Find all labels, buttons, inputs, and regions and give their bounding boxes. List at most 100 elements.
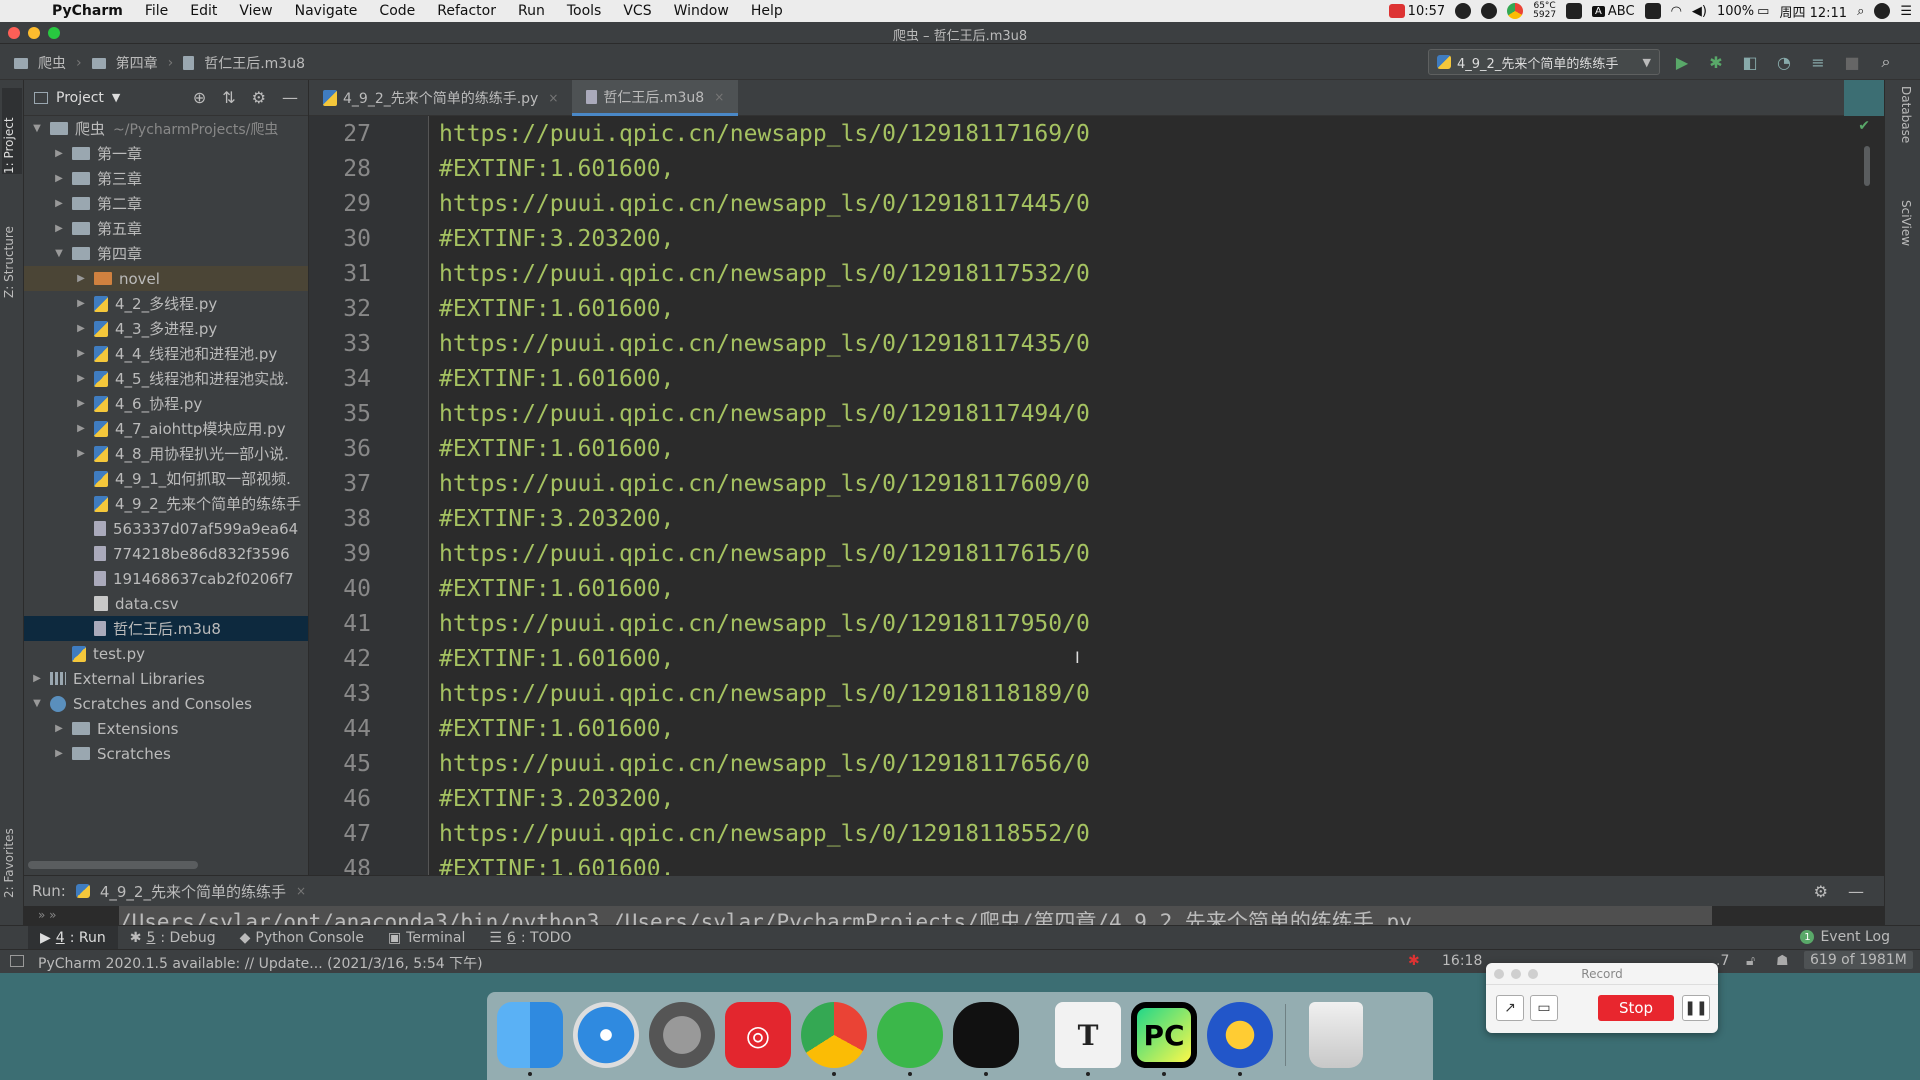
tree-item[interactable]: ▶ 4_8_用协程扒光一部小说. — [24, 441, 308, 466]
code-line[interactable]: 47 https://puui.qpic.cn/newsapp_ls/0/1291… — [309, 816, 1090, 851]
tree-item[interactable]: 774218be86d832f3596 — [24, 541, 308, 566]
menu-code[interactable]: Code — [368, 3, 426, 19]
tree-item[interactable]: ▶ 4_7_aiohttp模块应用.py — [24, 416, 308, 441]
code-line[interactable]: 33 https://puui.qpic.cn/newsapp_ls/0/1291… — [309, 326, 1090, 361]
search-icon[interactable]: ⌕ — [1876, 52, 1896, 72]
close-tab-icon[interactable]: × — [714, 90, 724, 104]
code-line[interactable]: 46 #EXTINF:3.203200, — [309, 781, 674, 816]
code-line[interactable]: 30 #EXTINF:3.203200, — [309, 221, 674, 256]
inspection-ok-icon[interactable]: ✔ — [1858, 118, 1870, 134]
menu-file[interactable]: File — [134, 3, 179, 19]
chevron-right-icon[interactable]: ▶ — [52, 148, 66, 159]
code-line[interactable]: 48 #EXTINF:1.601600, — [309, 851, 674, 876]
run-icon[interactable]: ▶ — [1672, 52, 1692, 72]
close-tab-icon[interactable]: × — [296, 884, 306, 898]
chevron-down-icon[interactable]: ▼ — [52, 248, 66, 259]
code-line[interactable]: 28 #EXTINF:1.601600, — [309, 151, 674, 186]
code-line[interactable]: 31 https://puui.qpic.cn/newsapp_ls/0/1291… — [309, 256, 1090, 291]
tree-item[interactable]: ▶ 第五章 — [24, 216, 308, 241]
tree-item[interactable]: test.py — [24, 641, 308, 666]
python-console-tool-button[interactable]: ◆ Python Console — [228, 926, 376, 950]
chevron-right-icon[interactable]: ▶ — [52, 198, 66, 209]
chevron-right-icon[interactable]: ▶ — [52, 723, 66, 734]
tree-item[interactable]: 4_9_1_如何抓取一部视频. — [24, 466, 308, 491]
tree-item[interactable]: 191468637cab2f0206f7 — [24, 566, 308, 591]
close-icon[interactable] — [1494, 969, 1504, 979]
code-line[interactable]: 35 https://puui.qpic.cn/newsapp_ls/0/1291… — [309, 396, 1090, 431]
code-line[interactable]: 40 #EXTINF:1.601600, — [309, 571, 674, 606]
tree-item[interactable]: ▶ 4_2_多线程.py — [24, 291, 308, 316]
code-line[interactable]: 39 https://puui.qpic.cn/newsapp_ls/0/1291… — [309, 536, 1090, 571]
dock-typora-icon[interactable]: T — [1055, 1002, 1121, 1068]
tree-item[interactable]: ▼ 第四章 — [24, 241, 308, 266]
code-line[interactable]: 37 https://puui.qpic.cn/newsapp_ls/0/1291… — [309, 466, 1090, 501]
run-tab[interactable]: 4_9_2_先来个简单的练练手 — [100, 881, 286, 902]
code-line[interactable]: 38 #EXTINF:3.203200, — [309, 501, 674, 536]
keyboard-icon[interactable] — [1644, 3, 1661, 19]
todo-tool-button[interactable]: ☰ 6: TODO — [477, 926, 583, 950]
debug-tool-button[interactable]: ✱ 5: Debug — [118, 926, 228, 950]
tree-item[interactable]: ▶ Extensions — [24, 716, 308, 741]
tree-item[interactable]: ▶ 第二章 — [24, 191, 308, 216]
bolt-status-icon[interactable] — [1455, 3, 1472, 19]
breadcrumb-chapter[interactable]: 第四章 — [116, 53, 158, 73]
code-line[interactable]: 42 #EXTINF:1.601600, — [309, 641, 674, 676]
locate-icon[interactable]: ⊕ — [193, 88, 206, 107]
chevron-right-icon[interactable]: ▶ — [52, 748, 66, 759]
chevron-right-icon[interactable]: ▶ — [74, 423, 88, 434]
stop-recording-button[interactable]: Stop — [1598, 995, 1674, 1021]
expand-icon[interactable]: » » — [38, 908, 57, 922]
database-tool-tab[interactable]: Database — [1893, 86, 1913, 166]
breadcrumb-project[interactable]: 爬虫 — [38, 53, 66, 73]
chevron-right-icon[interactable]: ▶ — [74, 348, 88, 359]
chevron-right-icon[interactable]: ▶ — [74, 448, 88, 459]
menu-view[interactable]: View — [228, 3, 283, 19]
recording-indicator[interactable]: 10:57 — [1388, 4, 1445, 19]
run-tool-button[interactable]: ▶ 4: Run — [28, 925, 118, 950]
structure-tool-tab[interactable]: Z: Structure — [2, 202, 22, 298]
clock[interactable]: 周四 12:11 — [1779, 2, 1847, 21]
close-tab-icon[interactable]: × — [548, 91, 558, 105]
code-editor[interactable]: 27 https://puui.qpic.cn/newsapp_ls/0/1291… — [309, 116, 1884, 875]
horizontal-scrollbar[interactable] — [28, 861, 198, 869]
tab-m3u8-file[interactable]: 哲仁王后.m3u8 × — [572, 80, 739, 116]
event-log-button[interactable]: 1 Event Log — [1800, 929, 1890, 945]
menu-tools[interactable]: Tools — [556, 3, 613, 19]
chevron-right-icon[interactable]: ▶ — [52, 173, 66, 184]
input-method[interactable]: A ABC — [1592, 4, 1635, 19]
hide-panel-icon[interactable]: — — [1848, 882, 1864, 901]
tree-item[interactable]: ▶ Scratches — [24, 741, 308, 766]
dock-netease-music-icon[interactable]: ◎ — [725, 1002, 791, 1068]
tree-item[interactable]: ▶ 4_5_线程池和进程池实战. — [24, 366, 308, 391]
code-line[interactable]: 36 #EXTINF:1.601600, — [309, 431, 674, 466]
dock-safari-icon[interactable] — [573, 1002, 639, 1068]
tree-item[interactable]: ▶ 4_4_线程池和进程池.py — [24, 341, 308, 366]
dock-finder-icon[interactable] — [497, 1002, 563, 1068]
toggle-tool-windows-icon[interactable] — [10, 955, 24, 967]
dock-trash-icon[interactable] — [1309, 1002, 1363, 1068]
menu-edit[interactable]: Edit — [179, 3, 228, 19]
menu-refactor[interactable]: Refactor — [426, 3, 507, 19]
favorites-tool-tab[interactable]: 2: Favorites — [2, 818, 22, 898]
update-notification[interactable]: PyCharm 2020.1.5 available: // Update...… — [38, 953, 483, 973]
spotlight-search-icon[interactable]: ⌕ — [1857, 4, 1864, 19]
control-center-icon[interactable]: ☰ — [1900, 4, 1912, 19]
tree-item[interactable]: data.csv — [24, 591, 308, 616]
code-line[interactable]: 45 https://puui.qpic.cn/newsapp_ls/0/1291… — [309, 746, 1090, 781]
concurrency-icon[interactable]: ≡ — [1808, 52, 1828, 72]
chevron-down-icon[interactable]: ▼ — [30, 123, 44, 134]
chevron-right-icon[interactable]: ▶ — [74, 323, 88, 334]
lock-icon[interactable]: 🔓︎ — [1746, 953, 1755, 969]
dock-bolt-icon[interactable] — [1207, 1002, 1273, 1068]
menu-vcs[interactable]: VCS — [612, 3, 662, 19]
chevron-right-icon[interactable]: ▶ — [52, 223, 66, 234]
clipboard-icon[interactable] — [1566, 3, 1583, 19]
menu-help[interactable]: Help — [740, 3, 794, 19]
tree-item[interactable]: ▶ 4_3_多进程.py — [24, 316, 308, 341]
run-configuration-select[interactable]: 4_9_2_先来个简单的练练手 ▼ — [1428, 49, 1660, 75]
debug-icon[interactable]: ✱ — [1706, 52, 1726, 72]
chevron-right-icon[interactable]: ▶ — [74, 273, 88, 284]
pause-recording-button[interactable]: ❚❚ — [1682, 995, 1710, 1021]
code-line[interactable]: 41 https://puui.qpic.cn/newsapp_ls/0/1291… — [309, 606, 1090, 641]
status-column-info[interactable]: .7 — [1716, 953, 1729, 969]
